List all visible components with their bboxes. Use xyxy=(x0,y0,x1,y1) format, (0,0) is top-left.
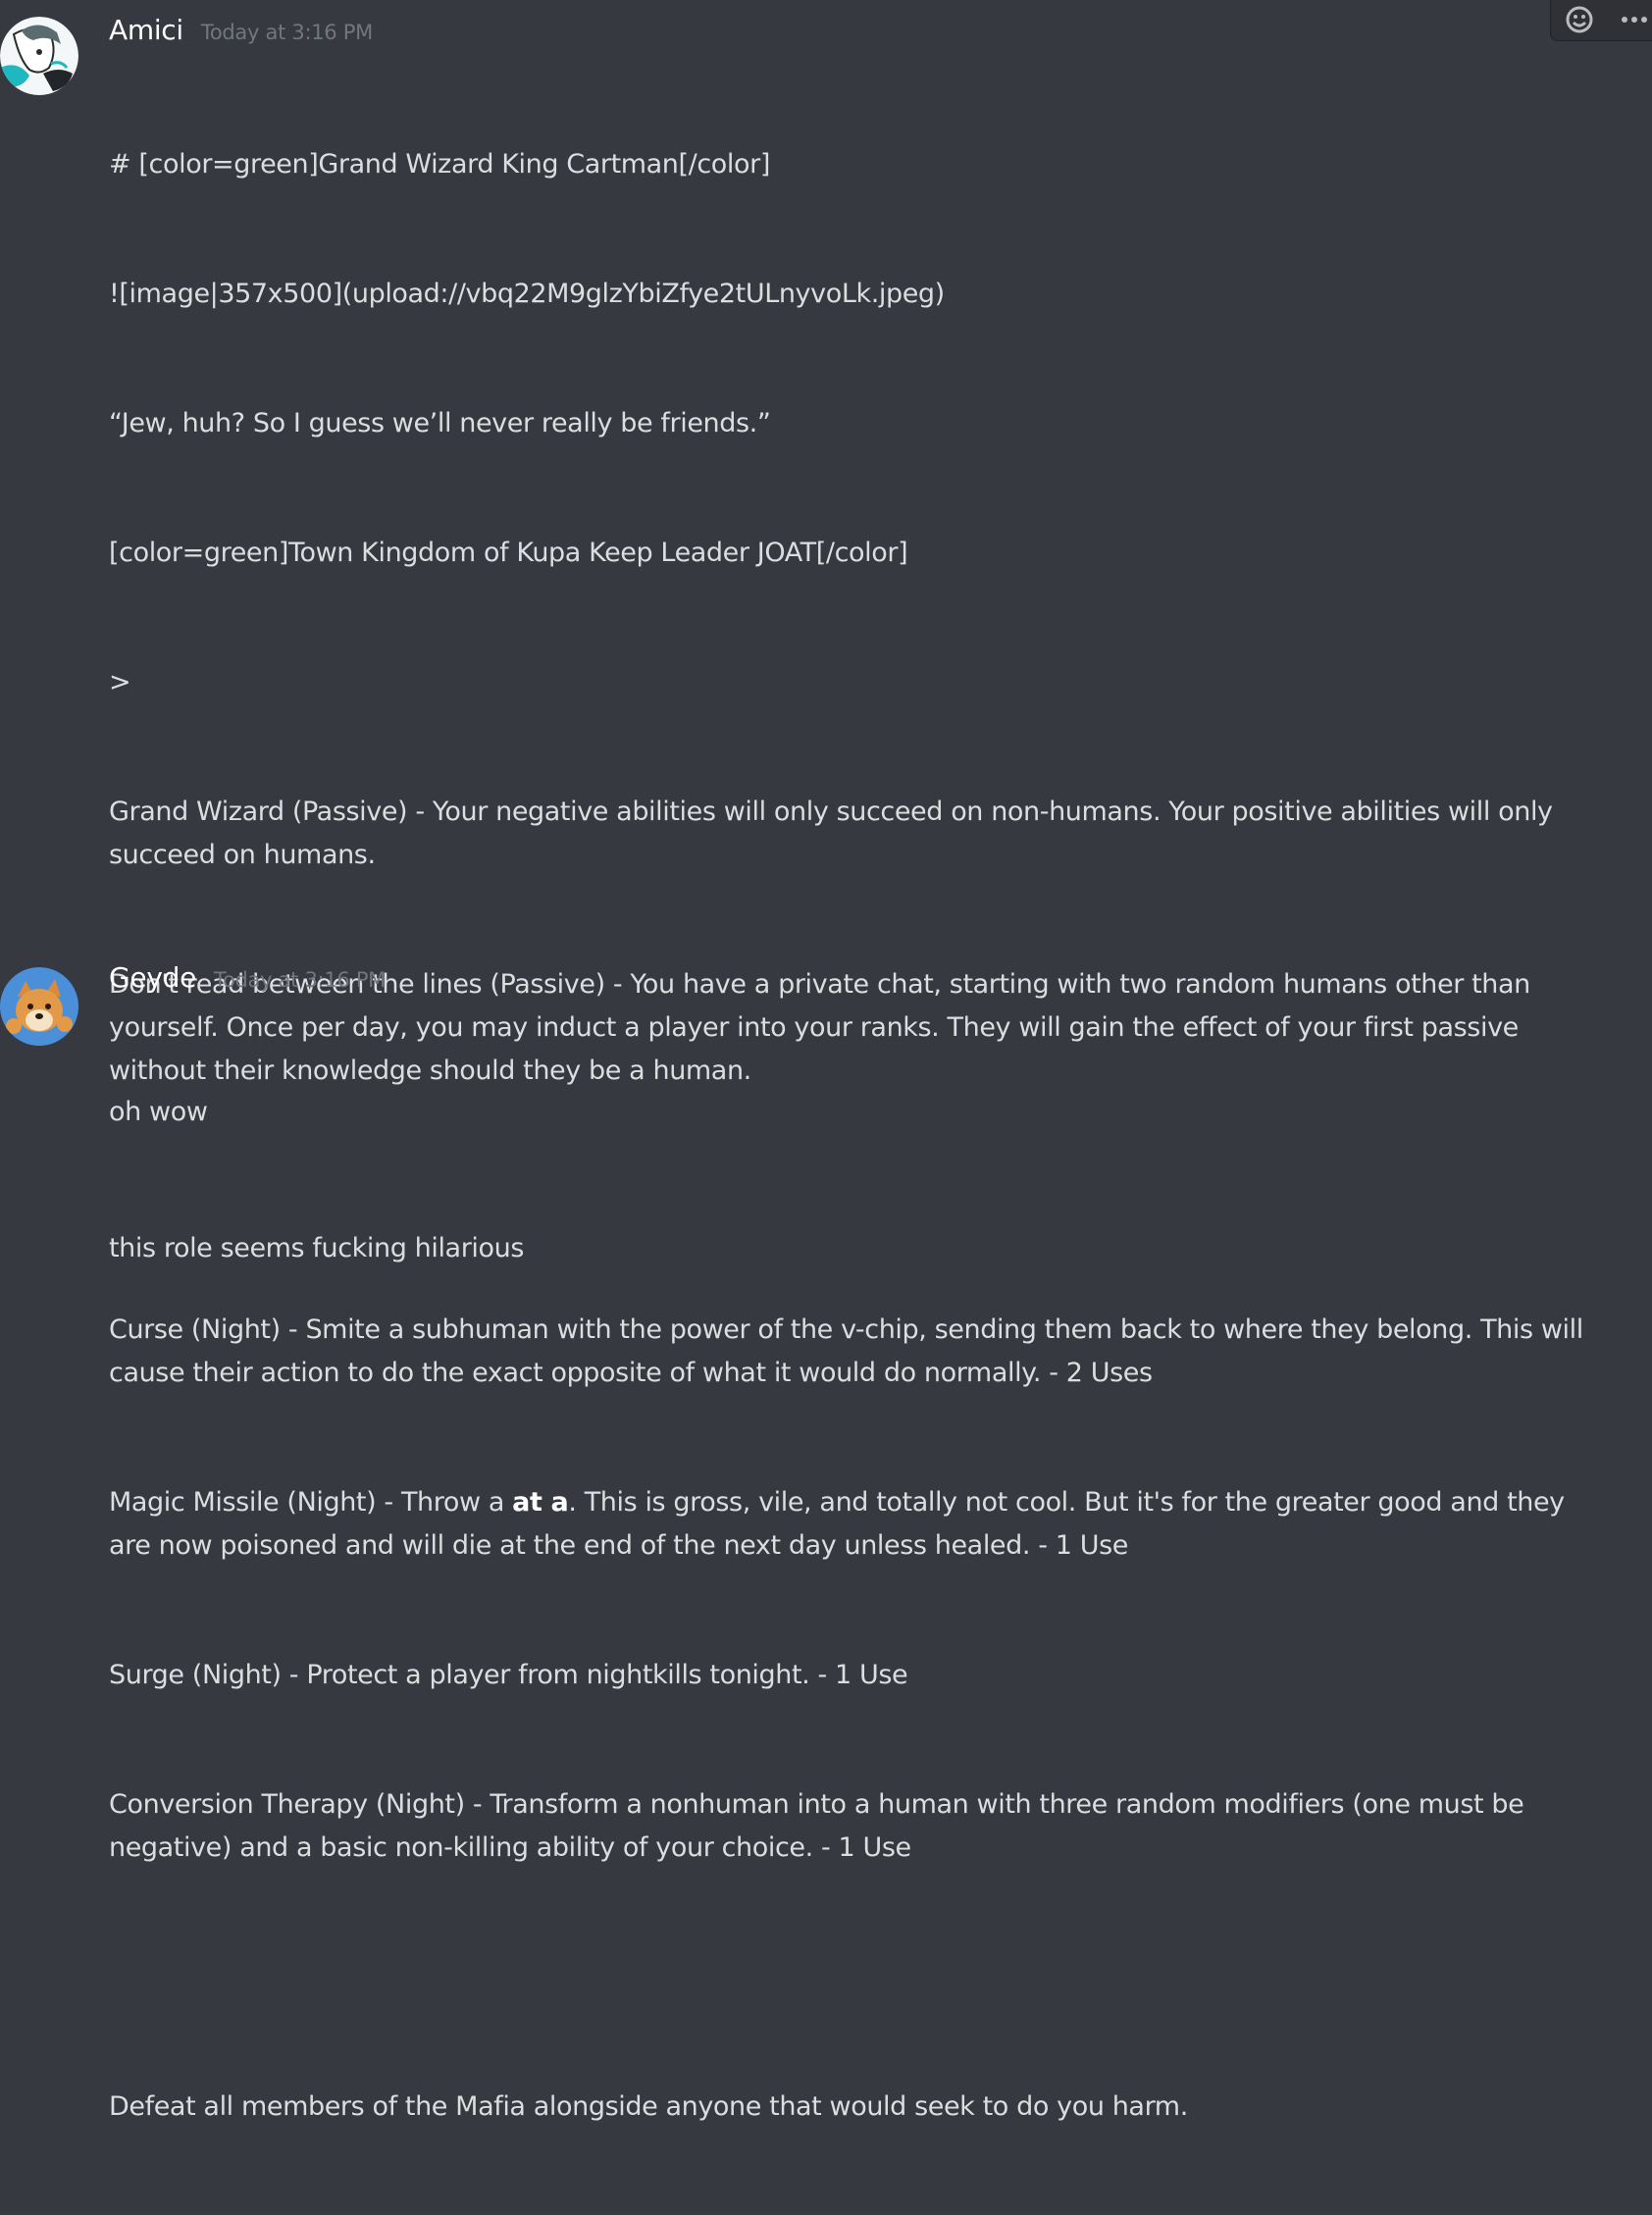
message-line: oh wow xyxy=(109,1091,1605,1141)
message-line: Defeat all members of the Mafia alongsid… xyxy=(109,2086,1605,2129)
text-segment: Magic Missile (Night) - Throw a xyxy=(109,1487,512,1518)
message-geyde: Geyde Today at 3:16 PM oh wow this role … xyxy=(0,944,1652,1117)
message-line: this role seems fucking hilarious xyxy=(109,1227,1605,1270)
username[interactable]: Geyde xyxy=(109,961,196,994)
avatar[interactable] xyxy=(0,17,78,95)
blank-line xyxy=(109,1956,1605,1999)
message-line: [color=green]Town Kingdom of Kupa Keep L… xyxy=(109,532,1605,575)
add-reaction-icon[interactable] xyxy=(1563,0,1599,39)
message-line: # [color=green]Grand Wizard King Cartman… xyxy=(109,143,1605,186)
username[interactable]: Amici xyxy=(109,14,183,46)
message-line: Grand Wizard (Passive) - Your negative a… xyxy=(109,791,1605,877)
avatar[interactable] xyxy=(0,967,78,1046)
message-amici: Amici Today at 3:16 PM # [color=green]Gr… xyxy=(0,0,1652,883)
message-line: “Jew, huh? So I guess we’ll never really… xyxy=(109,402,1605,445)
message-line: ![image|357x500](upload://vbq22M9glzYbiZ… xyxy=(109,273,1605,316)
message-hover-toolbar xyxy=(1550,0,1652,41)
message-line: > xyxy=(109,661,1605,704)
bold-text: at a xyxy=(512,1487,568,1518)
message-line: Surge (Night) - Protect a player from ni… xyxy=(109,1654,1605,1697)
timestamp: Today at 3:16 PM xyxy=(214,968,386,992)
more-options-icon[interactable] xyxy=(1617,0,1652,39)
message-line: Magic Missile (Night) - Throw a at a. Th… xyxy=(109,1481,1605,1568)
message-content: oh wow this role seems fucking hilarious xyxy=(109,1004,1605,1357)
message-line: Conversion Therapy (Night) - Transform a… xyxy=(109,1783,1605,1870)
timestamp: Today at 3:16 PM xyxy=(201,21,373,44)
